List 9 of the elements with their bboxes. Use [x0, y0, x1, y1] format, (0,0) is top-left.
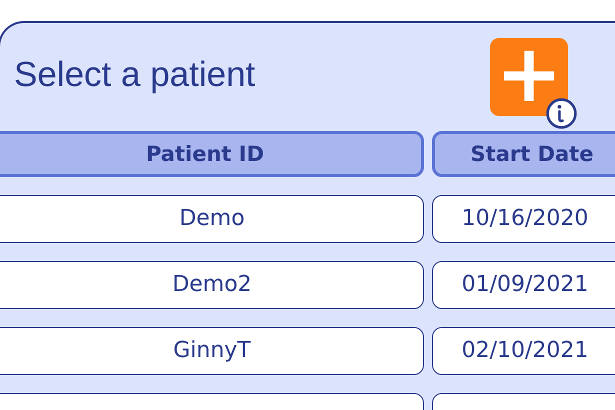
- table-cell[interactable]: Demo2: [0, 261, 424, 309]
- table-cell[interactable]: Demo: [0, 195, 424, 243]
- page-title: Select a patient: [14, 55, 256, 95]
- table-cell[interactable]: 01/09/2021: [432, 261, 615, 309]
- column-header[interactable]: Start Date: [432, 131, 615, 177]
- column-header[interactable]: Patient ID: [0, 131, 424, 177]
- table-cell[interactable]: GinnyT: [0, 327, 424, 375]
- table-cell[interactable]: 02/10/2021: [432, 327, 615, 375]
- table-cell[interactable]: 10/16/2020: [432, 195, 615, 243]
